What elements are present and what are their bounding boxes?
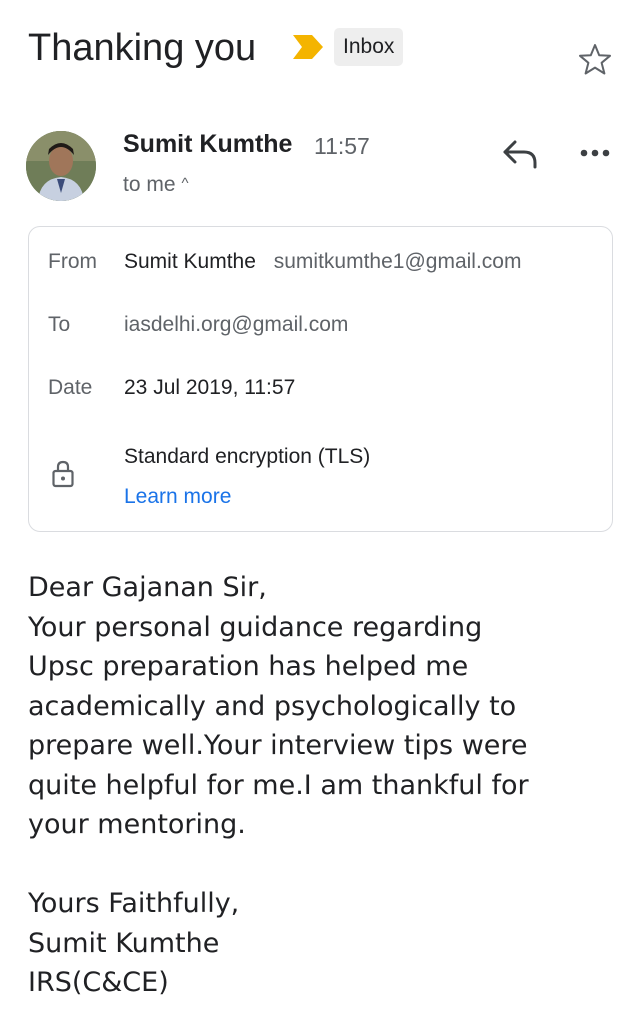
closing-line: Yours Faithfully, <box>28 888 240 919</box>
body-line: Dear Gajanan Sir, <box>28 572 267 603</box>
closing-line: IRS(C&CE) <box>28 967 169 998</box>
date-label: Date <box>48 376 93 399</box>
body-line: academically and psychologically to <box>28 690 517 722</box>
inbox-label-chip[interactable]: Inbox <box>334 28 404 66</box>
from-name: Sumit Kumthe <box>124 250 256 273</box>
to-value[interactable]: iasdelhi.org@gmail.com <box>124 313 348 337</box>
from-value: Sumit Kumthe sumitkumthe1@gmail.com <box>124 250 521 274</box>
star-icon[interactable] <box>577 42 613 78</box>
sender-avatar[interactable] <box>26 131 96 201</box>
body-blank-line <box>28 845 628 885</box>
body-line: quite helpful for me.I am thankful for <box>28 769 529 801</box>
from-label: From <box>48 250 97 273</box>
to-label: To <box>48 313 71 336</box>
from-email[interactable]: sumitkumthe1@gmail.com <box>274 250 522 273</box>
recipient-summary: to me <box>123 173 176 196</box>
sent-time: 11:57 <box>314 133 370 159</box>
body-line: prepare well.Your interview tips were <box>28 730 528 761</box>
closing-line: Sumit Kumthe <box>28 927 220 959</box>
email-subject: Thanking you <box>28 27 257 69</box>
learn-more-link[interactable]: Learn more <box>124 485 231 509</box>
message-body: Dear Gajanan Sir, Your personal guidance… <box>28 568 628 1003</box>
more-horizontal-icon[interactable] <box>576 140 614 166</box>
date-value: 23 Jul 2019, 11:57 <box>124 376 296 399</box>
body-line: Upsc preparation has helped me <box>28 651 469 682</box>
lock-icon <box>52 460 74 488</box>
encryption-status: Standard encryption (TLS) <box>124 445 371 468</box>
caret-up-icon: ^ <box>181 175 189 192</box>
reply-icon[interactable] <box>500 137 540 171</box>
importance-marker-icon[interactable] <box>292 34 324 60</box>
sender-name: Sumit Kumthe <box>123 130 293 158</box>
message-details-panel: From Sumit Kumthe sumitkumthe1@gmail.com… <box>28 226 613 532</box>
avatar-photo <box>26 131 96 201</box>
body-line: your mentoring. <box>28 809 246 840</box>
recipient-toggle[interactable]: to me ^ <box>123 173 189 197</box>
body-line: Your personal guidance regarding <box>28 611 483 643</box>
